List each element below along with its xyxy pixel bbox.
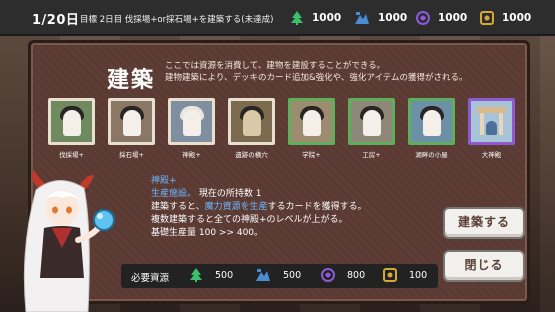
card-art <box>288 98 335 145</box>
card-art <box>408 98 455 145</box>
stone-icon <box>256 269 270 281</box>
required-wood: 500 <box>189 268 233 282</box>
top-hud: 1/20日 目標 2日目 伐採場+or採石場+を建築する(未達成) 1000 1… <box>0 0 555 36</box>
resource-gear: 1000 <box>480 11 531 25</box>
stone-icon <box>355 12 369 24</box>
tree-icon <box>190 268 202 282</box>
card-art <box>48 98 95 145</box>
building-card-workshop[interactable]: 工房+ <box>348 98 395 159</box>
gear-icon <box>383 268 397 282</box>
close-button[interactable]: 閉じる <box>443 250 525 282</box>
build-button[interactable]: 建築する <box>443 207 525 239</box>
building-card-grand-temple[interactable]: 大神殿 <box>468 98 515 159</box>
day-counter: 1/20日 <box>32 13 80 28</box>
building-production-line: 基礎生産量 100 >> 400。 <box>151 228 264 238</box>
required-magic: 800 <box>321 268 365 282</box>
resource-magic: 1000 <box>416 11 467 25</box>
gear-icon <box>480 11 494 25</box>
card-art <box>108 98 155 145</box>
card-art <box>468 98 515 145</box>
magic-icon <box>321 268 335 282</box>
required-resources-label: 必要資源 <box>131 273 170 284</box>
building-card-ruins-cave[interactable]: 遺跡の横穴 <box>228 98 275 159</box>
resource-wood: 1000 <box>290 11 341 25</box>
required-resources-bar: 必要資源 500 500 800 100 <box>121 264 438 288</box>
card-art <box>228 98 275 145</box>
building-card-lumberyard[interactable]: 伐採場+ <box>48 98 95 159</box>
building-card-academy[interactable]: 学院+ <box>288 98 335 159</box>
tree-icon <box>291 11 303 25</box>
resource-stone: 1000 <box>354 11 407 25</box>
goal-text: 目標 2日目 伐採場+or採石場+を建築する(未達成) <box>80 15 274 25</box>
building-card-shrine[interactable]: 神殿+ <box>168 98 215 159</box>
panel-description: ここでは資源を消費して、建物を建設することができる。 建物建築により、デッキのカ… <box>165 61 468 83</box>
panel-title: 建築 <box>107 68 156 93</box>
building-card-lakeside-hut[interactable]: 湖畔の小屋 <box>408 98 455 159</box>
building-name: 神殿+ <box>151 176 177 186</box>
building-effect-line: 建築すると、魔力資源を生産するカードを獲得する。 <box>151 202 367 212</box>
building-stack-line: 複数建築すると全ての神殿+のレベルが上がる。 <box>151 215 348 225</box>
building-info: 神殿+ 生産施設。 現在の所持数 1 建築すると、魔力資源を生産するカードを獲得… <box>151 175 367 240</box>
magic-icon <box>416 11 430 25</box>
building-type-line: 生産施設。 現在の所持数 1 <box>151 189 262 199</box>
card-art <box>168 98 215 145</box>
building-card-quarry[interactable]: 採石場+ <box>108 98 155 159</box>
required-gear: 100 <box>383 268 427 282</box>
required-stone: 500 <box>255 268 301 282</box>
card-art <box>348 98 395 145</box>
character-portrait <box>23 170 115 312</box>
building-card-list: 伐採場+ 採石場+ 神殿+ 遺跡の横穴 学院+ 工房+ 湖畔の小屋 大神殿 <box>48 98 515 159</box>
